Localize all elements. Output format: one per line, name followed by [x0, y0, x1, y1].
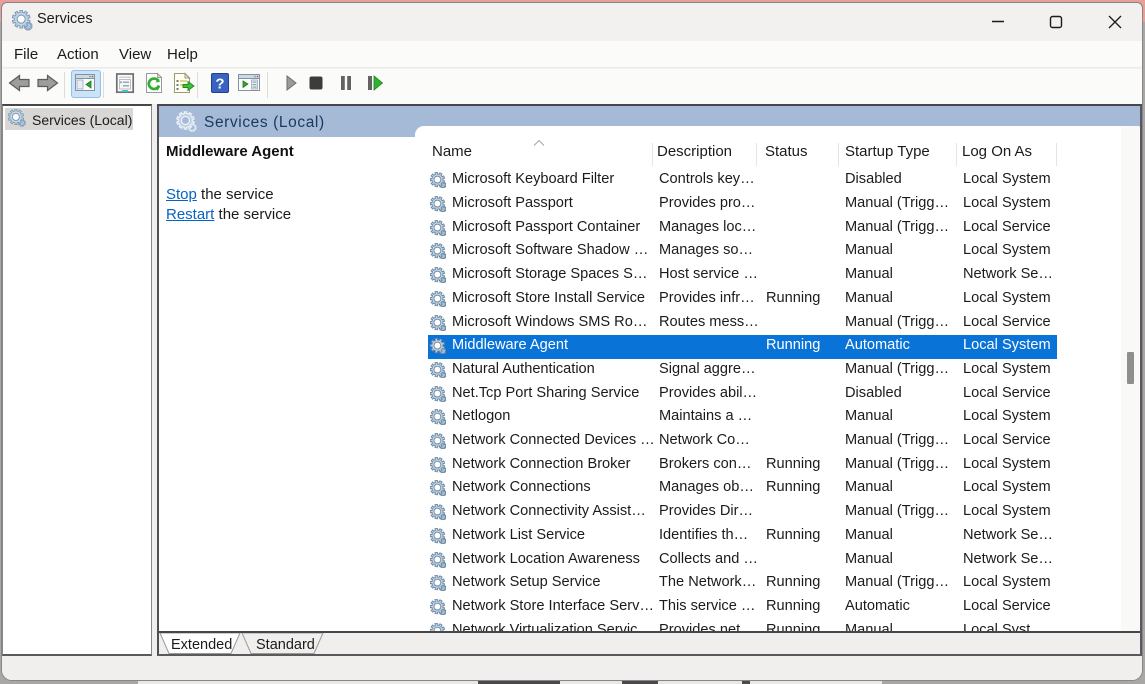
svg-text:?: ?	[215, 76, 224, 93]
svg-text:Extended: Extended	[171, 637, 232, 653]
svg-text:Standard: Standard	[256, 637, 315, 653]
